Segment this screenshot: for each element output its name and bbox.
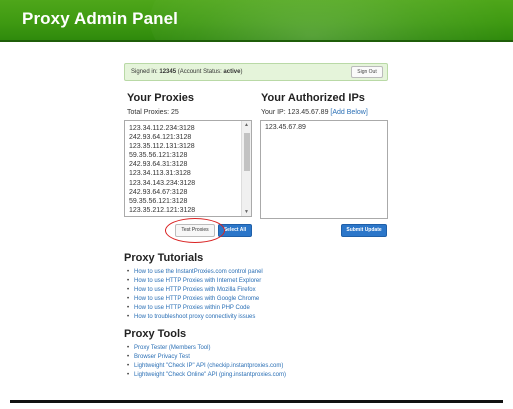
tutorial-link[interactable]: How to use HTTP Proxies with Mozilla Fir… [134, 287, 256, 293]
tutorial-item: How to use the InstantProxies.com contro… [124, 268, 263, 277]
header-bar: Proxy Admin Panel [0, 0, 513, 40]
tool-item: Proxy Tester (Members Tool) [124, 344, 286, 353]
tool-link[interactable]: Lightweight "Check IP" API (checkip.inst… [134, 363, 283, 369]
proxy-list-scrollbar[interactable]: ▲ ▼ [241, 121, 251, 216]
tool-item: Lightweight "Check IP" API (checkip.inst… [124, 362, 286, 371]
tutorial-link[interactable]: How to use HTTP Proxies within PHP Code [134, 305, 250, 311]
proxy-list-item: 123.34.112.234:3128 [129, 125, 195, 132]
tool-link[interactable]: Proxy Tester (Members Tool) [134, 345, 210, 351]
tutorial-item: How to use HTTP Proxies with Mozilla Fir… [124, 286, 263, 295]
your-ip-text: Your IP: 123.45.67.89 [261, 109, 329, 116]
tool-item: Browser Privacy Test [124, 353, 286, 362]
authorized-ips-textarea[interactable]: 123.45.67.89 [260, 120, 388, 219]
tutorials-list: How to use the InstantProxies.com contro… [124, 268, 263, 322]
scroll-thumb[interactable] [244, 133, 250, 171]
globe-watermark-icon [150, 0, 510, 40]
footer-divider [10, 400, 503, 403]
proxy-tools-heading: Proxy Tools [124, 328, 187, 340]
account-status-value: active [223, 69, 241, 75]
tutorial-link[interactable]: How to use HTTP Proxies with Internet Ex… [134, 278, 261, 284]
tools-list: Proxy Tester (Members Tool) Browser Priva… [124, 344, 286, 380]
select-all-button[interactable]: Select All [218, 224, 252, 237]
tutorial-item: How to use HTTP Proxies within PHP Code [124, 304, 263, 313]
tool-item: Lightweight "Check Online" API (ping.ins… [124, 371, 286, 380]
proxy-list-item: 123.34.143.234:3128 [129, 179, 196, 187]
your-ip-line: Your IP: 123.45.67.89 [Add Below] [261, 109, 368, 116]
tutorial-link[interactable]: How to troubleshoot proxy connectivity i… [134, 314, 255, 320]
your-proxies-heading: Your Proxies [127, 92, 195, 104]
proxy-list-item: 242.93.64.31:3128 [129, 161, 188, 169]
account-status-bar: Signed in: 12345 (Account Status: active… [124, 63, 388, 81]
proxy-list-item: 59.35.56.121:3128 [129, 215, 195, 217]
authorized-ips-value: 123.45.67.89 [265, 124, 306, 131]
tutorial-item: How to troubleshoot proxy connectivity i… [124, 313, 263, 322]
submit-update-button[interactable]: Submit Update [341, 224, 387, 237]
total-proxies-count: Total Proxies: 25 [127, 109, 179, 116]
proxy-list-item: 123.34.113.31:3128 [129, 170, 191, 178]
proxy-list-textarea[interactable]: 123.34.112.234:3128 242.93.64.121:3128 123… [124, 120, 252, 217]
tool-link[interactable]: Lightweight "Check Online" API (ping.ins… [134, 372, 286, 378]
scroll-up-icon[interactable]: ▲ [244, 122, 249, 128]
tool-link[interactable]: Browser Privacy Test [134, 354, 190, 360]
header-divider [0, 40, 513, 42]
proxy-list-item: 59.35.56.121:3128 [129, 197, 188, 205]
scroll-down-icon[interactable]: ▼ [244, 209, 249, 215]
proxy-list-item: 123.35.112.131:3128 [129, 143, 195, 151]
sign-out-button[interactable]: Sign Out [351, 66, 383, 78]
test-proxies-button[interactable]: Test Proxies [175, 224, 215, 237]
tutorial-item: How to use HTTP Proxies with Google Chro… [124, 295, 263, 304]
tutorial-item: How to use HTTP Proxies with Internet Ex… [124, 277, 263, 286]
tutorial-link[interactable]: How to use the InstantProxies.com contro… [134, 269, 263, 275]
account-status-text: Signed in: 12345 (Account Status: active… [131, 69, 243, 75]
authorized-ips-heading: Your Authorized IPs [261, 92, 365, 104]
proxy-list-item: 123.35.212.121:3128 [129, 206, 196, 214]
app-title: Proxy Admin Panel [22, 9, 179, 28]
proxy-list-item: 242.93.64.67:3128 [129, 188, 188, 196]
proxy-tutorials-heading: Proxy Tutorials [124, 252, 204, 264]
proxy-list-content: 123.34.112.234:3128 242.93.64.121:3128 123… [129, 124, 196, 217]
user-id: 12345 [159, 69, 177, 75]
add-below-link[interactable]: [Add Below] [330, 109, 367, 116]
tutorial-link[interactable]: How to use HTTP Proxies with Google Chro… [134, 296, 259, 302]
proxy-list-item: 59.35.56.121:3128 [129, 152, 188, 160]
proxy-list-item: 242.93.64.121:3128 [129, 134, 192, 142]
